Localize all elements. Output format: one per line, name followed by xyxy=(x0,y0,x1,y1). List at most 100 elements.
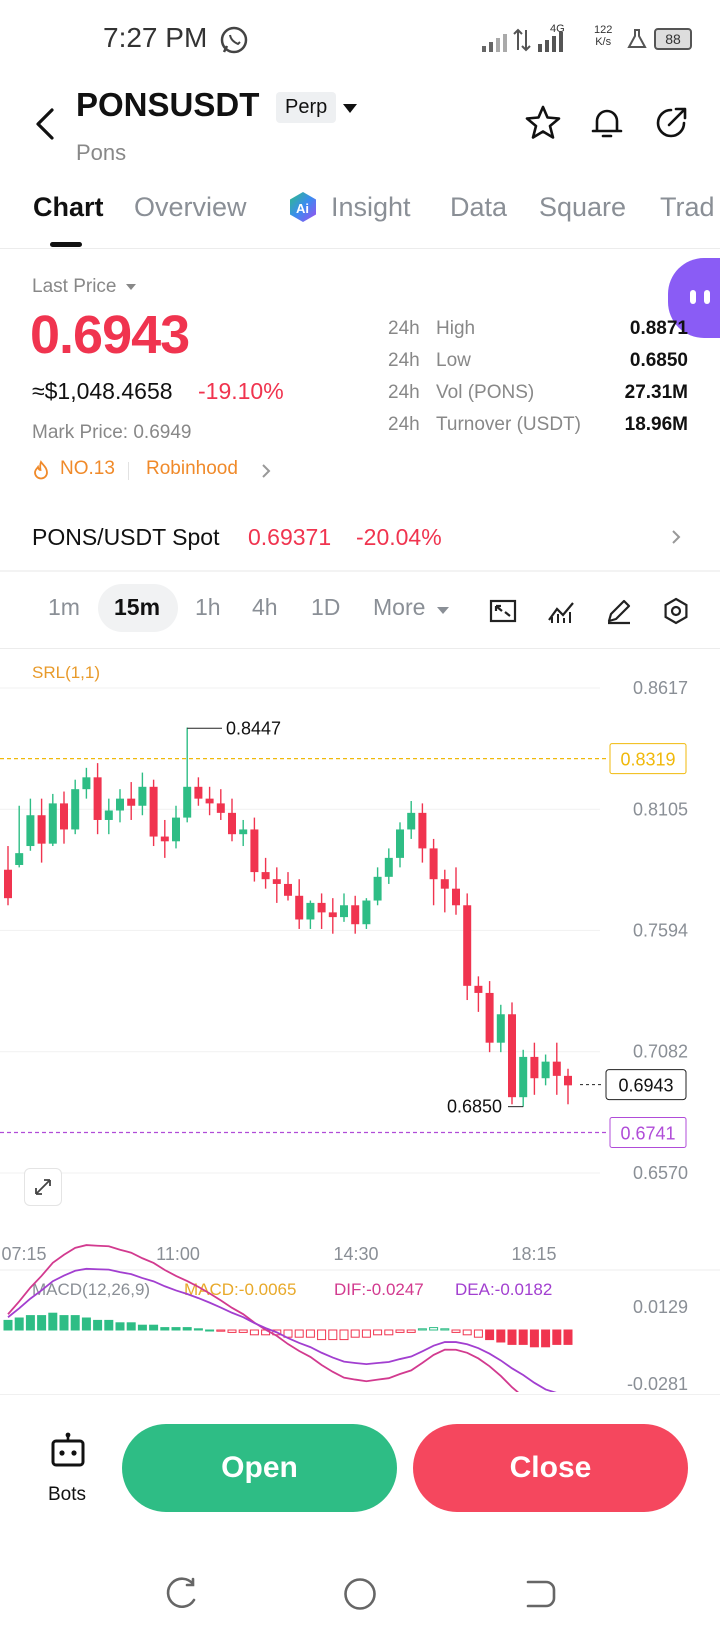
macd-bar xyxy=(59,1315,69,1331)
candle-body xyxy=(384,857,393,877)
indicators-icon[interactable] xyxy=(546,596,576,626)
macd-bar xyxy=(541,1329,551,1348)
x-tick-label: 11:00 xyxy=(156,1244,200,1264)
candle-body xyxy=(530,1056,539,1079)
spot-change: -20.04% xyxy=(356,524,442,550)
candle-body xyxy=(474,985,483,993)
candle-body xyxy=(541,1061,550,1079)
candle-body xyxy=(138,786,147,806)
macd-bar xyxy=(238,1329,248,1333)
candle-body xyxy=(60,803,68,830)
macd-bar xyxy=(563,1329,573,1345)
open-button[interactable]: Open xyxy=(122,1424,397,1512)
candle-body xyxy=(295,895,304,920)
candle-body xyxy=(250,829,259,873)
y-tick-label: 0.7594 xyxy=(633,920,688,940)
macd-bar xyxy=(93,1319,103,1331)
recent-apps-icon[interactable] xyxy=(163,1576,199,1612)
home-icon[interactable] xyxy=(342,1576,378,1612)
chart-settings-icon[interactable] xyxy=(661,596,691,626)
y-tick-label: 0.8617 xyxy=(633,678,688,698)
macd-bar xyxy=(485,1329,495,1341)
caret-down-icon[interactable] xyxy=(340,100,360,116)
rank-badge[interactable]: NO.13 xyxy=(60,458,115,480)
bot-icon[interactable] xyxy=(50,1432,86,1472)
timeframe-1m[interactable]: 1m xyxy=(48,594,80,621)
tab-chart[interactable]: Chart xyxy=(33,192,104,223)
candle-body xyxy=(104,810,113,820)
y-tick-label: 0.7082 xyxy=(633,1042,688,1062)
tab-data[interactable]: Data xyxy=(450,192,507,223)
x-tick-label: 18:15 xyxy=(511,1244,556,1264)
expand-chart-button[interactable] xyxy=(24,1168,62,1206)
tab-overview[interactable]: Overview xyxy=(134,192,247,223)
indicator-label: SRL(1,1) xyxy=(32,663,100,682)
candle-body xyxy=(127,798,136,806)
candle-body xyxy=(116,798,124,811)
candle-body xyxy=(183,786,192,818)
high-marker-label: 0.8447 xyxy=(226,718,281,738)
candle-body xyxy=(239,829,248,835)
macd-y-bottom: -0.0281 xyxy=(627,1374,688,1392)
timeframe-1d[interactable]: 1D xyxy=(311,594,340,621)
macd-bar xyxy=(317,1329,327,1341)
bell-icon[interactable] xyxy=(588,104,626,142)
last-price-label[interactable]: Last Price xyxy=(32,276,137,298)
bots-label[interactable]: Bots xyxy=(48,1484,86,1506)
tab-trade[interactable]: Trad xyxy=(660,192,720,223)
macd-bar xyxy=(339,1329,349,1341)
macd-bar xyxy=(462,1329,472,1336)
candle-body xyxy=(351,905,360,925)
divider xyxy=(0,248,720,249)
timeframe-1h[interactable]: 1h xyxy=(195,594,221,621)
chevron-right-icon[interactable] xyxy=(670,528,682,546)
timeframe-15m[interactable]: 15m xyxy=(114,594,160,621)
macd-bar xyxy=(193,1328,203,1331)
candle-body xyxy=(194,786,203,799)
macd-bar xyxy=(350,1329,360,1338)
macd-bar xyxy=(361,1329,371,1338)
separator xyxy=(128,462,129,480)
candle-body xyxy=(71,789,80,830)
macd-bar xyxy=(518,1329,528,1345)
macd-bar xyxy=(496,1329,506,1343)
timeframe-4h[interactable]: 4h xyxy=(252,594,278,621)
macd-bar xyxy=(70,1315,80,1331)
candle-body xyxy=(172,817,180,842)
macd-bar xyxy=(25,1315,35,1331)
candle-body xyxy=(463,905,472,986)
candlestick-chart[interactable]: 0.8617 0.8105 0.7594 0.7082 0.6570 07:15 11:00… xyxy=(0,650,720,1392)
macd-bar xyxy=(429,1327,439,1331)
macd-bar xyxy=(451,1329,461,1333)
candle-body xyxy=(407,812,416,830)
candle-body xyxy=(328,912,337,918)
candle-body xyxy=(37,815,46,844)
fullscreen-chart-icon[interactable] xyxy=(488,596,518,626)
tag-robinhood[interactable]: Robinhood xyxy=(146,458,238,480)
candle-body xyxy=(485,992,494,1043)
macd-bar xyxy=(126,1322,136,1331)
star-icon[interactable] xyxy=(524,104,562,142)
timeframe-more[interactable]: More xyxy=(373,594,450,621)
tab-insight[interactable]: Insight xyxy=(331,192,411,223)
expand-icon xyxy=(35,1179,51,1195)
chat-eyes-icon xyxy=(690,290,710,304)
whatsapp-icon xyxy=(220,26,248,54)
flask-icon xyxy=(627,29,647,48)
contract-type-badge[interactable]: Perp xyxy=(276,92,337,123)
back-arrow-icon[interactable] xyxy=(30,104,60,144)
symbol-title[interactable]: PONSUSDT xyxy=(76,86,259,124)
candle-body xyxy=(26,815,35,847)
spot-label[interactable]: PONS/USDT Spot xyxy=(32,524,219,551)
close-button[interactable]: Close xyxy=(413,1424,688,1512)
tab-square[interactable]: Square xyxy=(539,192,626,223)
share-icon[interactable] xyxy=(652,104,690,142)
draw-pencil-icon[interactable] xyxy=(604,596,634,626)
macd-bar xyxy=(3,1319,13,1331)
candle-body xyxy=(4,869,12,899)
chevron-right-icon[interactable] xyxy=(260,462,272,480)
candle-body xyxy=(93,777,102,820)
dif-value: DIF:-0.0247 xyxy=(334,1280,424,1299)
back-nav-icon[interactable] xyxy=(522,1576,558,1612)
candle-body xyxy=(306,902,315,920)
